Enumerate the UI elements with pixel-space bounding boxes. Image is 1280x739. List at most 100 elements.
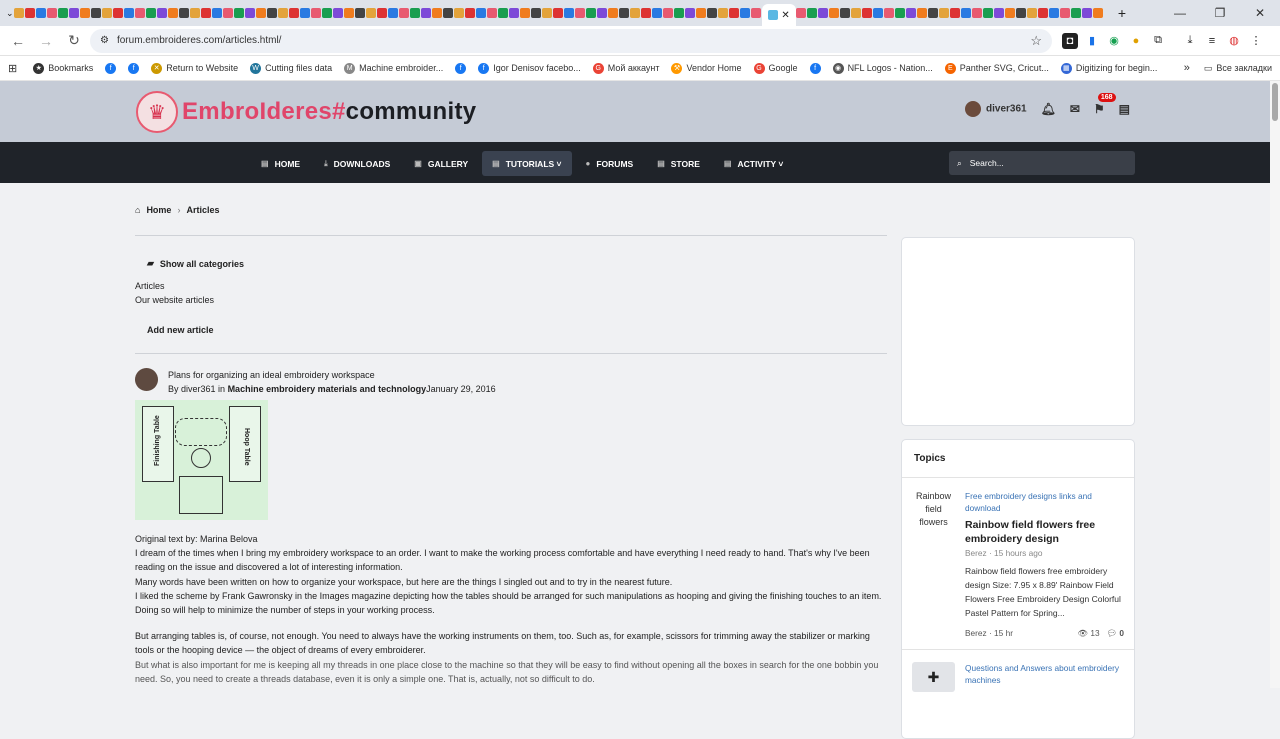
tab-favicon-icon[interactable] [487,8,498,18]
tab-favicon-icon[interactable] [795,8,806,18]
bookmark-item[interactable]: E Panther SVG, Cricut... [939,62,1055,74]
tab-favicon-icon[interactable] [872,8,883,18]
tab-list[interactable]: ⌄ ✕ + [6,0,1126,26]
bookmark-item[interactable]: f [804,62,827,74]
bookmark-item[interactable]: f [449,62,472,74]
close-window-icon[interactable]: ✕ [1240,0,1280,26]
tab-favicon-icon[interactable] [531,8,542,18]
tab-favicon-icon[interactable] [146,8,157,18]
tab-favicon-icon[interactable] [1081,8,1092,18]
tab-favicon-icon[interactable] [927,8,938,18]
tab-favicon-icon[interactable] [333,8,344,18]
back-icon[interactable]: ← [6,29,30,53]
tab-favicon-icon[interactable] [278,8,289,18]
author-avatar[interactable] [135,368,158,391]
tab-favicon-icon[interactable] [80,8,91,18]
tab-favicon-icon[interactable] [245,8,256,18]
tab-favicon-icon[interactable] [179,8,190,18]
forward-icon[interactable]: → [34,29,58,53]
article-title[interactable]: Plans for organizing an ideal embroidery… [168,368,496,382]
bookmark-item[interactable]: M Machine embroider... [338,62,449,74]
extension-icon[interactable]: ▮ [1084,33,1100,49]
tab-favicon-icon[interactable] [410,8,421,18]
tab-favicon-icon[interactable] [861,8,872,18]
nav-item-home[interactable]: ▤ HOME [251,151,310,176]
tab-favicon-icon[interactable] [828,8,839,18]
tab-favicon-icon[interactable] [168,8,179,18]
tab-favicon-icon[interactable] [113,8,124,18]
tab-favicon-icon[interactable] [91,8,102,18]
tab-favicon-icon[interactable] [960,8,971,18]
tab-favicon-icon[interactable] [663,8,674,18]
tab-favicon-icon[interactable] [157,8,168,18]
profile-icon[interactable]: ◍ [1226,33,1242,49]
tab-favicon-icon[interactable] [377,8,388,18]
tab-favicon-icon[interactable] [388,8,399,18]
tab-favicon-icon[interactable] [1048,8,1059,18]
tab-favicon-icon[interactable] [817,8,828,18]
tab-favicon-icon[interactable] [1070,8,1081,18]
category-link[interactable]: Articles [135,281,887,291]
tab-favicon-icon[interactable] [498,8,509,18]
tab-favicon-icon[interactable] [311,8,322,18]
close-tab-icon[interactable]: ✕ [781,10,789,21]
nav-item-forums[interactable]: ● FORUMS [576,151,644,176]
more-bookmarks-icon[interactable]: » [1184,62,1190,74]
tab-favicon-icon[interactable] [454,8,465,18]
reload-icon[interactable]: ↻ [62,29,86,53]
scrollbar-thumb[interactable] [1272,83,1278,121]
tab-favicon-icon[interactable] [190,8,201,18]
tab-favicon-icon[interactable] [630,8,641,18]
minimize-icon[interactable]: — [1160,0,1200,26]
show-all-categories[interactable]: ▰ Show all categories [147,258,887,269]
tab-favicon-icon[interactable] [619,8,630,18]
tab-favicon-icon[interactable] [938,8,949,18]
tab-favicon-icon[interactable] [1059,8,1070,18]
site-info-icon[interactable]: ⚙ [100,35,109,46]
address-bar[interactable]: ⚙ forum.embroideres.com/articles.html/ ☆ [90,28,1052,53]
tab-favicon-icon[interactable] [641,8,652,18]
tab-favicon-icon[interactable] [839,8,850,18]
tab-favicon-icon[interactable] [982,8,993,18]
user-menu[interactable]: diver361 [965,101,1027,117]
tab-favicon-icon[interactable] [696,8,707,18]
topic-category[interactable]: Questions and Answers about embroidery m… [965,662,1124,686]
topic-footer-author[interactable]: Berez · 15 hr [965,628,1013,639]
tab-favicon-icon[interactable] [69,8,80,18]
page-scrollbar[interactable] [1270,81,1280,688]
bookmark-item[interactable]: ★ Bookmarks [27,62,99,74]
grammarly-icon[interactable]: ◉ [1106,33,1122,49]
new-tab-icon[interactable]: + [1118,5,1126,21]
tab-favicon-icon[interactable] [685,8,696,18]
bookmark-item[interactable]: ▦ Digitizing for begin... [1055,62,1164,74]
tab-favicon-icon[interactable] [256,8,267,18]
active-tab[interactable]: ✕ [762,4,796,26]
tab-favicon-icon[interactable] [971,8,982,18]
article-author[interactable]: diver361 [181,384,216,394]
bookmark-star-icon[interactable]: ☆ [1030,33,1042,49]
tab-favicon-icon[interactable] [102,8,113,18]
tab-favicon-icon[interactable] [476,8,487,18]
tab-favicon-icon[interactable] [234,8,245,18]
tab-favicon-icon[interactable] [597,8,608,18]
tab-favicon-icon[interactable] [751,8,762,18]
breadcrumb-current[interactable]: Articles [186,205,219,215]
apps-icon[interactable]: ⊞ [8,62,17,75]
tab-favicon-icon[interactable] [905,8,916,18]
tab-favicon-icon[interactable] [575,8,586,18]
tab-favicon-icon[interactable] [25,8,36,18]
tab-favicon-icon[interactable] [542,8,553,18]
bookmark-item[interactable]: ◉ NFL Logos - Nation... [827,62,939,74]
mail-icon[interactable]: ✉ [1070,102,1080,116]
tab-favicon-icon[interactable] [564,8,575,18]
tab-favicon-icon[interactable] [729,8,740,18]
bookmark-item[interactable]: G Мой аккаунт [587,62,666,74]
tab-favicon-icon[interactable] [201,8,212,18]
bookmark-item[interactable]: ⚒ Vendor Home [665,62,747,74]
tab-favicon-icon[interactable] [399,8,410,18]
tab-favicon-icon[interactable] [344,8,355,18]
bookmark-item[interactable]: f [122,62,145,74]
tab-favicon-icon[interactable] [894,8,905,18]
all-bookmarks[interactable]: Все закладки [1216,63,1272,73]
download-icon[interactable]: ⤓ [1182,33,1198,49]
